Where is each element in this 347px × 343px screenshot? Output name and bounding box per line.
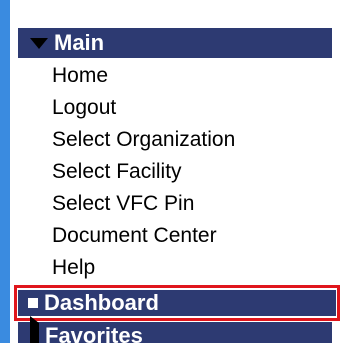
section-header-dashboard[interactable]: Dashboard	[18, 290, 336, 316]
main-menu-items: Home Logout Select Organization Select F…	[18, 58, 332, 288]
left-border	[0, 0, 10, 343]
dashboard-highlight: Dashboard	[14, 285, 340, 321]
section-header-dashboard-label: Dashboard	[44, 290, 159, 315]
section-header-favorites-label: Favorites	[45, 323, 143, 343]
section-header-main-label: Main	[54, 30, 105, 55]
menu-item-home[interactable]: Home	[18, 60, 332, 92]
section-header-main[interactable]: Main	[18, 28, 332, 58]
menu-item-logout[interactable]: Logout	[18, 92, 332, 124]
menu-item-help[interactable]: Help	[18, 252, 332, 284]
screen: Main Home Logout Select Organization Sel…	[0, 0, 347, 343]
square-bullet-icon	[28, 298, 38, 308]
menu-item-select-organization[interactable]: Select Organization	[18, 124, 332, 156]
menu-item-select-facility[interactable]: Select Facility	[18, 156, 332, 188]
section-header-favorites[interactable]: Favorites	[18, 316, 332, 343]
caret-down-icon	[30, 37, 48, 49]
menu-item-document-center[interactable]: Document Center	[18, 220, 332, 252]
menu-item-select-vfc-pin[interactable]: Select VFC Pin	[18, 188, 332, 220]
caret-right-icon	[30, 316, 39, 343]
navigation-menu: Main Home Logout Select Organization Sel…	[18, 28, 332, 288]
